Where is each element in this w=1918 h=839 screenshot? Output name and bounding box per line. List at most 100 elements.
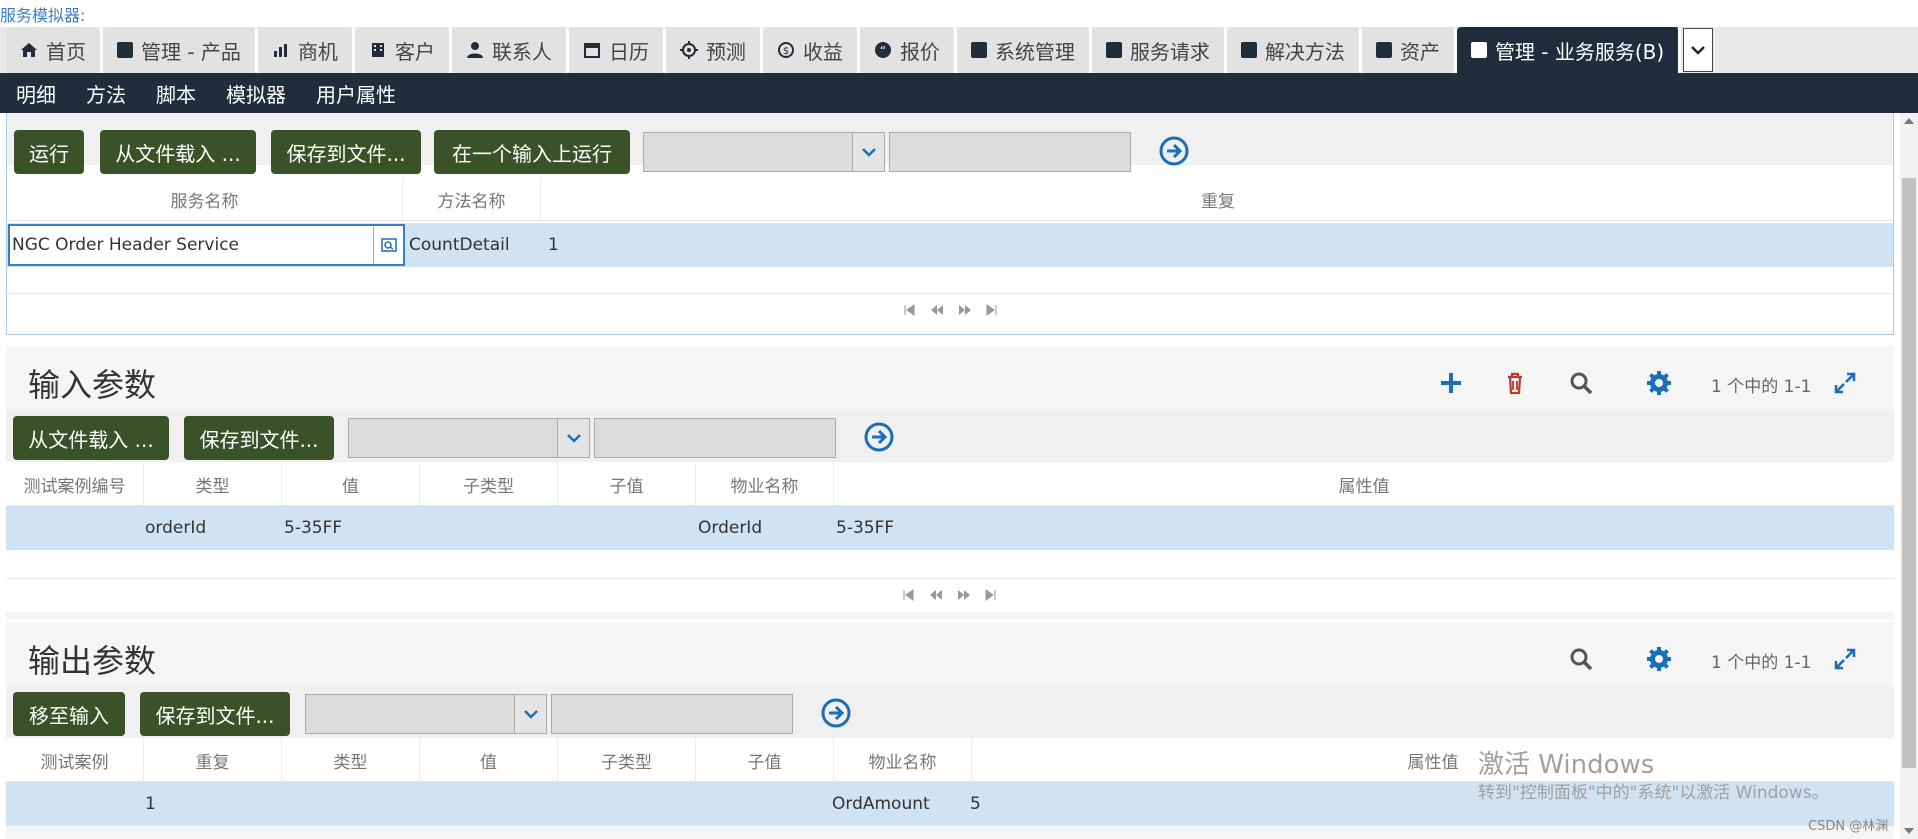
tab-system-admin[interactable]: 系统管理 [956,27,1092,73]
next-page-icon[interactable] [957,589,971,601]
simulator-text-input[interactable] [889,132,1131,172]
more-tabs-dropdown[interactable] [1683,28,1714,72]
service-name-field[interactable]: NGC Order Header Service [8,224,405,266]
chevron-down-icon[interactable] [557,419,589,457]
tab-admin-business-service[interactable]: 管理 - 业务服务(B) [1456,27,1682,73]
col-method-name[interactable]: 方法名称 [403,177,541,221]
load-from-file-button[interactable]: 从文件载入 ... [100,130,256,174]
cell-property-value: 5 [970,794,981,814]
input-text-field[interactable] [594,418,836,458]
col-test-case-no[interactable]: 测试案例编号 [6,462,144,506]
trash-icon[interactable] [1502,370,1528,396]
save-to-file-button[interactable]: 保存到文件... [271,130,421,174]
last-page-icon[interactable] [985,589,997,601]
go-arrow-icon[interactable] [1158,135,1190,167]
subnav-method[interactable]: 方法 [86,79,126,108]
search-icon[interactable] [1568,370,1594,396]
first-page-icon[interactable] [902,589,914,601]
prev-page-icon[interactable] [929,589,943,601]
col-repeat[interactable]: 重复 [144,738,282,782]
tab-solution[interactable]: 解决方法 [1226,27,1362,73]
col-type[interactable]: 类型 [282,738,420,782]
col-test-case[interactable]: 测试案例 [6,738,144,782]
tab-admin-product[interactable]: 管理 - 产品 [103,27,258,73]
tab-label: 商机 [297,39,338,64]
tab-service-request[interactable]: 服务请求 [1091,27,1227,73]
col-property-name[interactable]: 物业名称 [834,738,972,782]
col-subvalue[interactable]: 子值 [558,462,696,506]
square-icon [1105,42,1122,58]
run-on-one-input-button[interactable]: 在一个输入上运行 [434,130,630,174]
go-arrow-icon[interactable] [820,697,852,729]
output-select[interactable] [305,694,547,734]
col-property-value[interactable]: 属性值 [834,462,1894,506]
tab-label: 管理 - 业务服务(B) [1494,39,1665,64]
chevron-down-icon[interactable] [852,133,884,171]
col-type[interactable]: 类型 [144,462,282,506]
expand-icon[interactable] [1832,370,1858,396]
col-subtype[interactable]: 子类型 [558,738,696,782]
col-service-name[interactable]: 服务名称 [7,177,403,221]
tab-customer[interactable]: 客户 [354,27,452,73]
page-title: 服务模拟器: [0,6,86,25]
table-row[interactable]: orderId 5-35FF OrderId 5-35FF [6,506,1894,550]
col-value[interactable]: 值 [420,738,558,782]
empty-row [6,550,1894,578]
prev-page-icon[interactable] [930,304,944,316]
scroll-up-arrow[interactable] [1904,118,1914,124]
main-tab-bar: 首页 管理 - 产品 商机 客户 联系人 日历 预测 $ 收益 “ 报价 系统管… [0,27,1918,73]
col-property-name[interactable]: 物业名称 [696,462,834,506]
load-from-file-button[interactable]: 从文件载入 ... [13,416,169,460]
expand-icon[interactable] [1832,646,1858,672]
cell-value: 5-35FF [284,518,343,538]
subnav-simulator[interactable]: 模拟器 [226,79,286,117]
tab-label: 服务请求 [1129,39,1210,64]
input-params-panel: 输入参数 1 个中的 1-1 从文件载入 ... 保存到文件... 测试案例编号… [6,346,1894,620]
method-name-value: CountDetail [409,235,510,255]
simulator-select[interactable] [643,132,885,172]
subnav-detail[interactable]: 明细 [16,79,56,108]
col-value[interactable]: 值 [282,462,420,506]
save-to-file-button[interactable]: 保存到文件... [184,416,334,460]
chevron-down-icon[interactable] [514,695,546,733]
add-icon[interactable] [1438,370,1464,396]
svg-text:“: “ [880,44,886,58]
cell-type: orderId [145,518,207,538]
tab-revenue[interactable]: $ 收益 [762,27,860,73]
subnav-user-props[interactable]: 用户属性 [316,79,396,108]
first-page-icon[interactable] [903,304,915,316]
col-subvalue[interactable]: 子值 [696,738,834,782]
home-icon [21,43,37,57]
tab-quote[interactable]: “ 报价 [859,27,957,73]
scroll-down-arrow[interactable] [1904,828,1914,834]
gear-icon[interactable] [1646,646,1672,672]
save-to-file-button[interactable]: 保存到文件... [140,692,290,736]
move-to-input-button[interactable]: 移至输入 [13,692,125,736]
gear-icon[interactable] [1646,370,1672,396]
vertical-scrollbar[interactable] [1900,113,1918,839]
cell-property-name: OrdAmount [832,794,930,814]
col-repeat[interactable]: 重复 [541,177,1895,221]
tab-asset[interactable]: 资产 [1361,27,1457,73]
run-button[interactable]: 运行 [14,130,84,174]
table-row[interactable]: NGC Order Header Service CountDetail 1 [7,223,1893,267]
tab-forecast[interactable]: 预测 [665,27,763,73]
col-property-value[interactable]: 属性值 [972,738,1894,782]
calendar-icon [583,43,600,58]
last-page-icon[interactable] [986,304,998,316]
output-text-field[interactable] [551,694,793,734]
tab-calendar[interactable]: 日历 [568,27,666,73]
tab-home[interactable]: 首页 [6,27,103,73]
tab-opportunity[interactable]: 商机 [257,27,355,73]
next-page-icon[interactable] [958,304,972,316]
tab-contacts[interactable]: 联系人 [451,27,569,73]
search-icon[interactable] [1568,646,1594,672]
col-subtype[interactable]: 子类型 [420,462,558,506]
input-select[interactable] [348,418,590,458]
go-arrow-icon[interactable] [863,421,895,453]
subnav-script[interactable]: 脚本 [156,79,196,108]
pick-icon[interactable] [373,226,403,264]
scroll-thumb[interactable] [1902,178,1916,768]
pagination [6,578,1894,612]
svg-text:$: $ [783,46,789,57]
